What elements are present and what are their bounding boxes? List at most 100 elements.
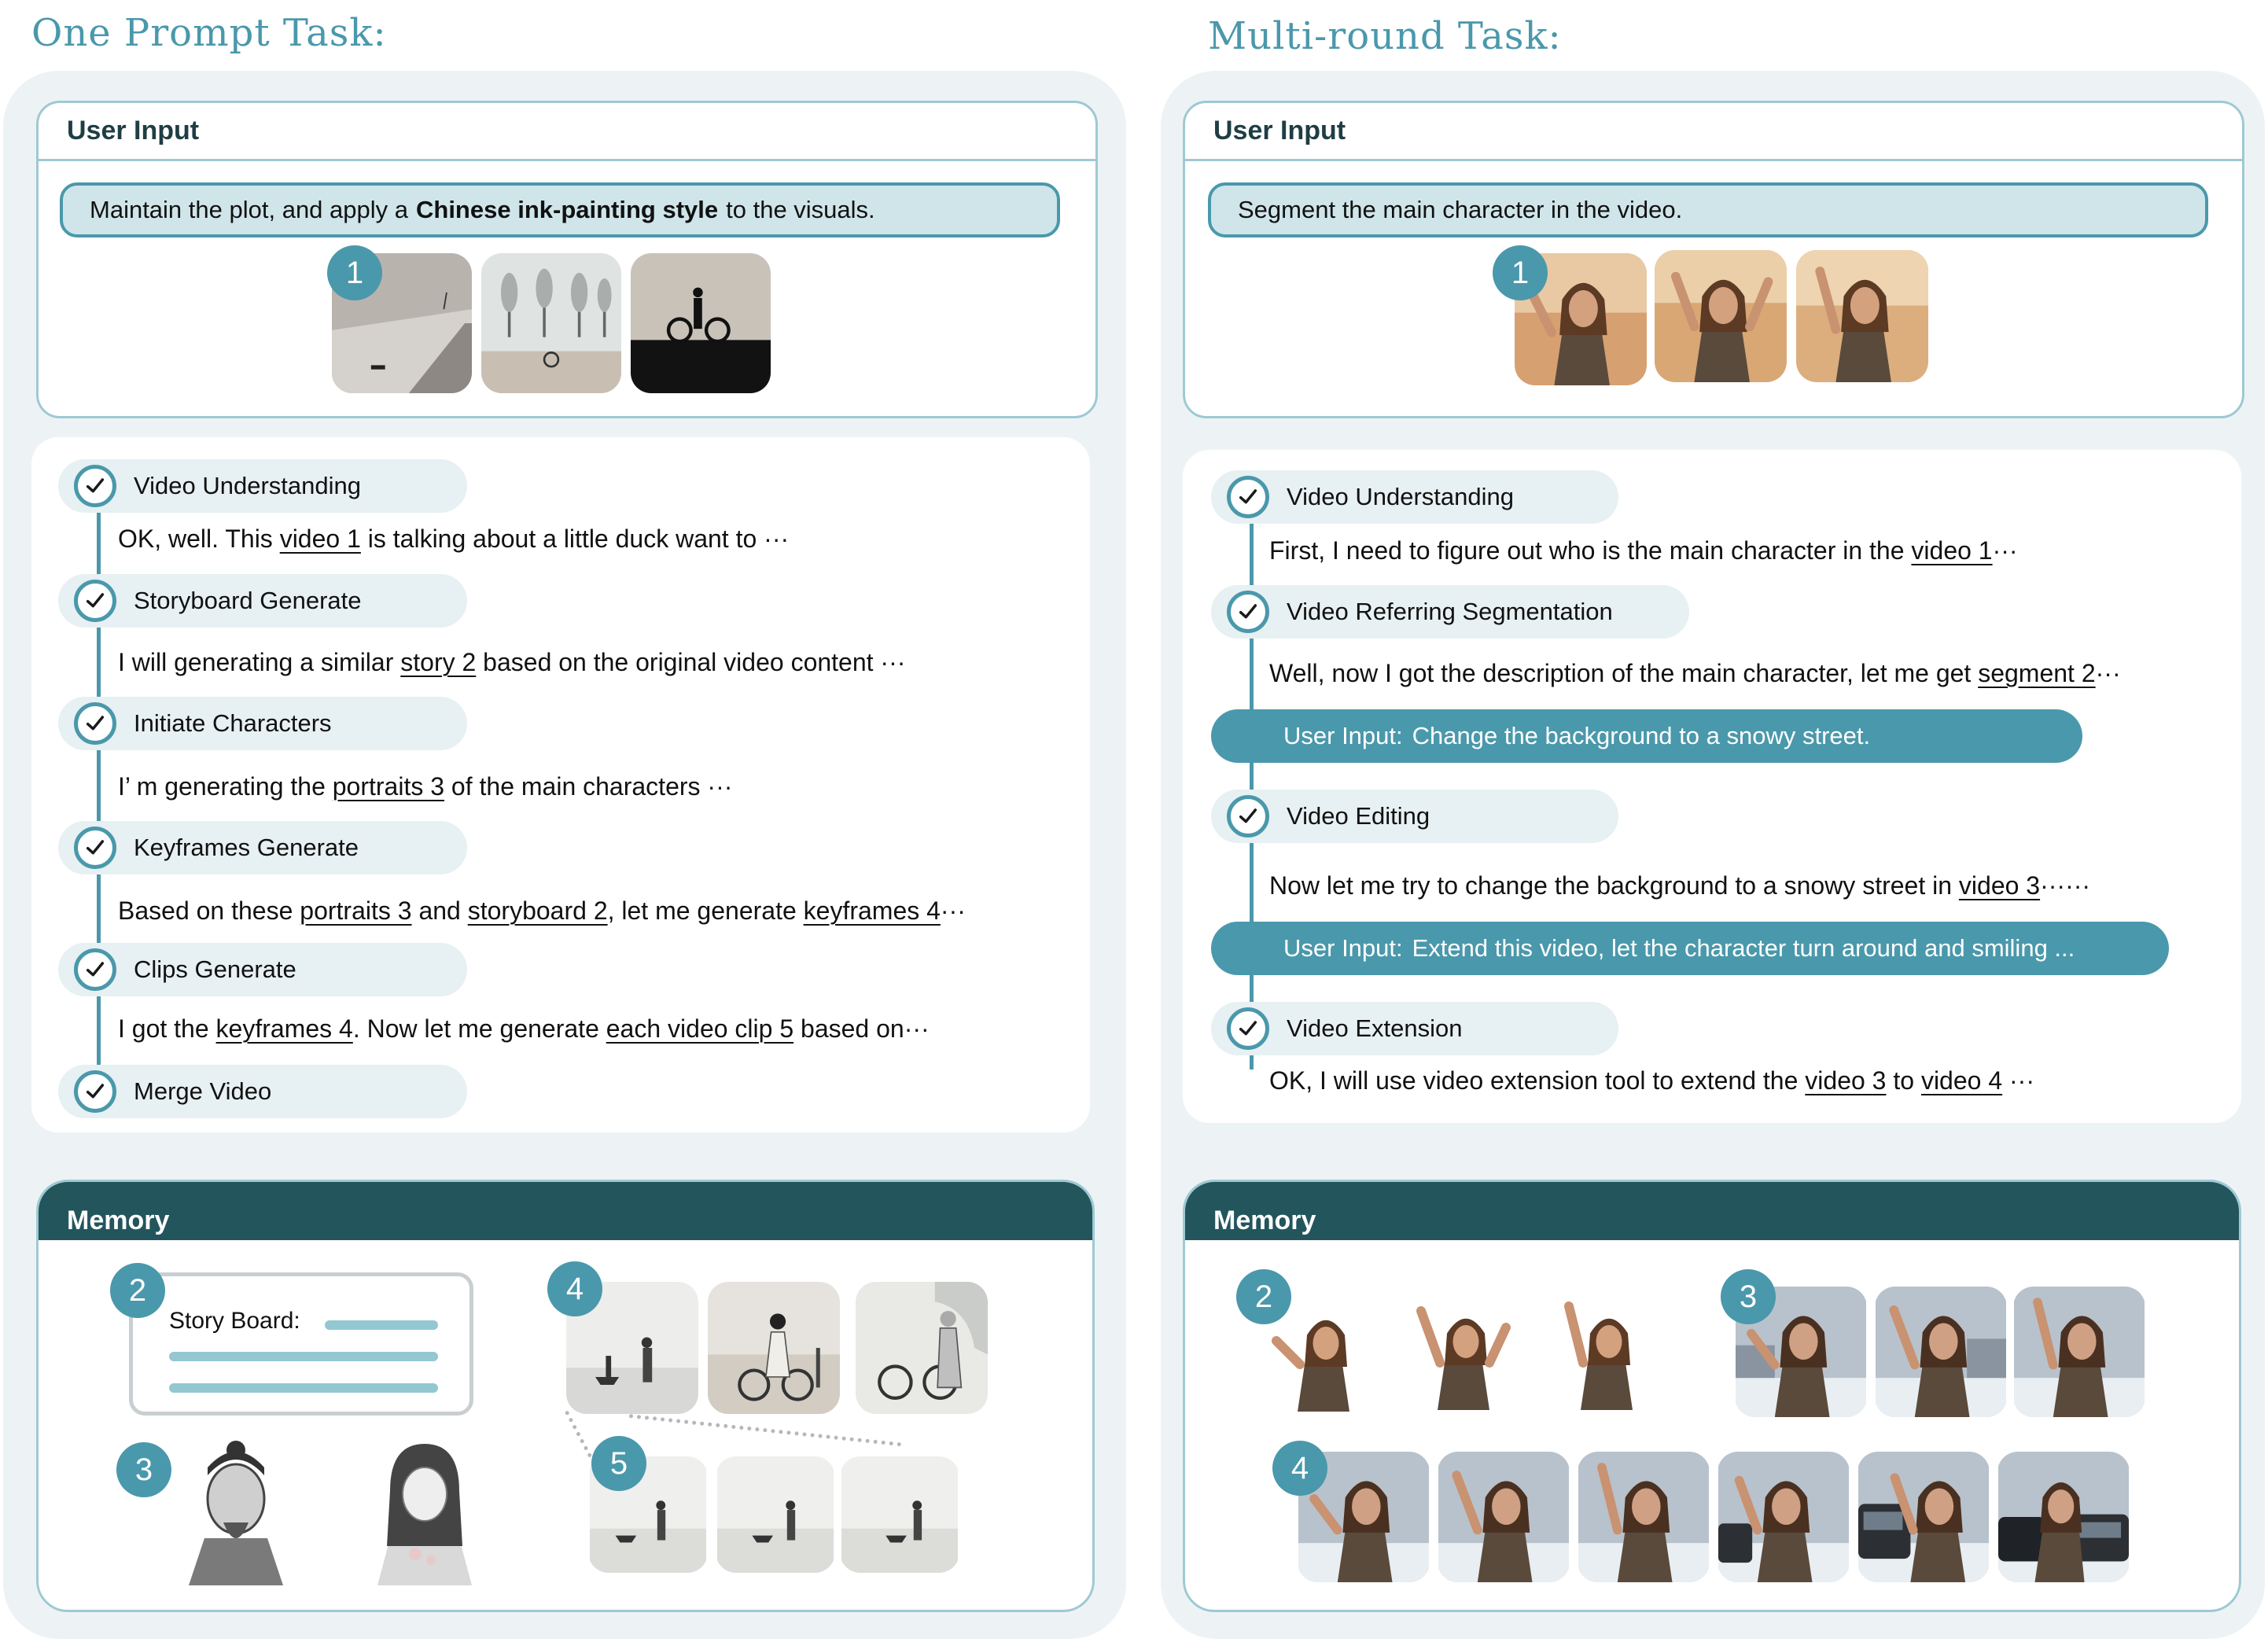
check-icon	[1227, 1007, 1269, 1050]
text-run: ···	[1992, 536, 2018, 565]
text-run: ···	[940, 896, 966, 925]
edited-frame-2	[1875, 1287, 2007, 1417]
memory-badge-clips: 5	[591, 1436, 646, 1491]
segment-2-link[interactable]: segment 2	[1978, 659, 2095, 687]
memory-badge-story: 2	[110, 1263, 165, 1318]
right-input-badge: 1	[1493, 245, 1548, 300]
left-step-text-3: I’ m generating the portraits 3 of the m…	[118, 772, 732, 801]
left-step-label: Merge Video	[134, 1077, 272, 1105]
text-run: . Now let me generate	[352, 1014, 606, 1043]
memory-badge-portraits: 3	[116, 1442, 171, 1497]
video-3-link[interactable]: video 3	[1959, 871, 2040, 900]
check-icon	[74, 827, 116, 869]
left-step-storyboard-generate: Storyboard Generate	[58, 574, 467, 628]
right-step-text-1: First, I need to figure out who is the m…	[1269, 536, 2018, 565]
keyframes-4-link[interactable]: keyframes 4	[804, 896, 941, 925]
left-input-thumb-2	[481, 253, 621, 393]
extended-frame-2	[1438, 1452, 1570, 1582]
portrait-man-image	[157, 1428, 315, 1585]
right-user-input-bar-2: User Input: Extend this video, let the ch…	[1211, 922, 2169, 975]
story-board-label: Story Board:	[169, 1308, 300, 1334]
memory-badge-edit: 3	[1721, 1269, 1776, 1324]
check-icon	[74, 580, 116, 622]
right-step-text-2: Well, now I got the description of the m…	[1269, 659, 2121, 688]
right-prompt-box: Segment the main character in the video.	[1208, 182, 2208, 237]
portraits-3-link[interactable]: portraits 3	[333, 772, 444, 801]
text-run: to	[1886, 1066, 1921, 1095]
extended-frame-4	[1718, 1452, 1850, 1582]
keyframe-thumb-2	[708, 1282, 840, 1414]
left-input-badge: 1	[327, 245, 382, 300]
user-input-bar-label: User Input:	[1283, 934, 1403, 962]
left-prompt-bold: Chinese ink-painting style	[416, 196, 719, 223]
left-step-label: Keyframes Generate	[134, 834, 359, 861]
right-step-text-3: Now let me try to change the background …	[1269, 871, 2090, 900]
text-run: OK, well. This	[118, 525, 280, 553]
video-1-link[interactable]: video 1	[1911, 536, 1992, 565]
text-run: is talking about a little duck want to ·…	[360, 525, 790, 553]
left-user-input-header: User Input	[39, 103, 1095, 161]
right-input-thumb-2	[1655, 250, 1787, 382]
check-icon	[74, 1070, 116, 1113]
text-run: , let me generate	[607, 896, 804, 925]
text-run: and	[411, 896, 468, 925]
left-input-thumb-3	[631, 253, 771, 393]
check-icon	[74, 948, 116, 991]
keyframes-4-link[interactable]: keyframes 4	[216, 1014, 353, 1043]
memory-badge-segment: 2	[1236, 1269, 1291, 1324]
extended-frame-6	[1997, 1452, 2130, 1582]
right-step-video-extension: Video Extension	[1211, 1002, 1618, 1055]
story-board-card: Story Board:	[129, 1272, 473, 1416]
text-run: ···	[2095, 659, 2121, 687]
left-memory-header: Memory	[39, 1182, 1092, 1240]
segment-frame-2	[1405, 1287, 1522, 1416]
left-step-label: Initiate Characters	[134, 709, 332, 737]
storyboard-2-link[interactable]: storyboard 2	[468, 896, 608, 925]
text-run: First, I need to figure out who is the m…	[1269, 536, 1912, 565]
video-3-link[interactable]: video 3	[1805, 1066, 1886, 1095]
user-input-bar-text: Extend this video, let the character tur…	[1412, 934, 2075, 962]
right-step-label: Video Editing	[1287, 802, 1430, 830]
extended-frame-3	[1578, 1452, 1710, 1582]
check-icon	[1227, 591, 1269, 633]
text-run: ······	[2040, 871, 2091, 900]
left-prompt-after: to the visuals.	[726, 196, 875, 223]
text-run: Based on these	[118, 896, 300, 925]
portraits-3-link[interactable]: portraits 3	[300, 896, 411, 925]
portrait-girl-image	[362, 1428, 488, 1585]
right-prompt-text: Segment the main character in the video.	[1238, 196, 1683, 223]
story-board-line	[169, 1383, 438, 1393]
right-step-video-referring-segmentation: Video Referring Segmentation	[1211, 585, 1689, 639]
left-step-text-1: OK, well. This video 1 is talking about …	[118, 525, 789, 554]
left-step-merge-video: Merge Video	[58, 1065, 467, 1118]
left-task-title: One Prompt Task:	[31, 11, 387, 55]
story-board-line	[325, 1320, 438, 1330]
text-run: I will generating a similar	[118, 648, 401, 676]
right-user-input-header: User Input	[1185, 103, 2242, 161]
left-step-initiate-characters: Initiate Characters	[58, 697, 467, 750]
each-video-clip-5-link[interactable]: each video clip 5	[606, 1014, 793, 1043]
left-step-text-2: I will generating a similar story 2 base…	[118, 648, 905, 677]
extended-frame-5	[1857, 1452, 1990, 1582]
right-step-label: Video Understanding	[1287, 483, 1514, 510]
left-step-keyframes-generate: Keyframes Generate	[58, 821, 467, 874]
left-step-label: Storyboard Generate	[134, 587, 362, 614]
video-1-link[interactable]: video 1	[280, 525, 361, 553]
right-step-text-4: OK, I will use video extension tool to e…	[1269, 1066, 2034, 1095]
clip-thumb-3	[840, 1456, 959, 1573]
user-input-bar-text: Change the background to a snowy street.	[1412, 722, 1871, 749]
left-prompt-box: Maintain the plot, and apply a Chinese i…	[60, 182, 1060, 237]
left-step-text-4: Based on these portraits 3 and storyboar…	[118, 896, 966, 926]
left-step-text-5: I got the keyframes 4. Now let me genera…	[118, 1014, 930, 1044]
text-run: I got the	[118, 1014, 216, 1043]
check-icon	[74, 465, 116, 507]
video-4-link[interactable]: video 4	[1921, 1066, 2002, 1095]
left-step-label: Clips Generate	[134, 955, 296, 983]
right-step-label: Video Referring Segmentation	[1287, 598, 1613, 625]
segment-frame-3	[1548, 1287, 1666, 1416]
text-run: ···	[2002, 1066, 2034, 1095]
memory-badge-keyframes: 4	[547, 1261, 602, 1316]
story-2-link[interactable]: story 2	[400, 648, 476, 676]
left-step-clips-generate: Clips Generate	[58, 943, 467, 996]
right-step-label: Video Extension	[1287, 1014, 1463, 1042]
